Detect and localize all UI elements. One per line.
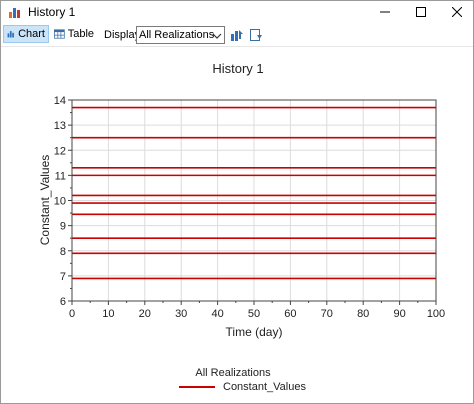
x-tick-label: 60 <box>284 308 296 320</box>
x-axis-ticks: 0 10 20 30 40 50 60 70 80 90 100 <box>69 301 445 320</box>
y-tick-label: 10 <box>54 196 66 208</box>
y-tick-label: 11 <box>55 170 66 182</box>
history-window: History 1 Chart Table Display: All Reali… <box>0 0 474 404</box>
y-tick-label: 14 <box>54 95 66 107</box>
x-tick-label: 0 <box>69 308 75 320</box>
y-tick-label: 9 <box>60 221 66 233</box>
x-tick-label: 90 <box>393 308 405 320</box>
x-tick-label: 30 <box>175 308 187 320</box>
x-tick-label: 20 <box>139 308 151 320</box>
legend-title: All Realizations <box>195 367 271 379</box>
x-tick-label: 40 <box>211 308 223 320</box>
legend-item: Constant_Values <box>179 380 306 394</box>
y-axis-ticks: 6 7 8 9 10 11 12 13 14 <box>54 95 72 308</box>
x-tick-label: 10 <box>102 308 114 320</box>
x-axis-label: Time (day) <box>226 325 283 339</box>
y-tick-label: 6 <box>60 296 66 308</box>
legend-label: Constant_Values <box>223 381 306 393</box>
x-tick-label: 100 <box>427 308 445 320</box>
y-tick-label: 13 <box>54 120 66 132</box>
x-tick-label: 80 <box>357 308 369 320</box>
legend-swatch <box>179 386 215 388</box>
y-tick-label: 8 <box>60 246 66 258</box>
y-tick-label: 12 <box>54 145 66 157</box>
x-tick-label: 70 <box>321 308 333 320</box>
y-tick-label: 7 <box>60 271 66 283</box>
x-tick-label: 50 <box>248 308 260 320</box>
y-axis-label: Constant_Values <box>38 155 52 246</box>
history-chart: 0 10 20 30 40 50 60 70 80 90 100 6 7 8 9 10 11 12 13 14 Ti… <box>38 95 445 339</box>
